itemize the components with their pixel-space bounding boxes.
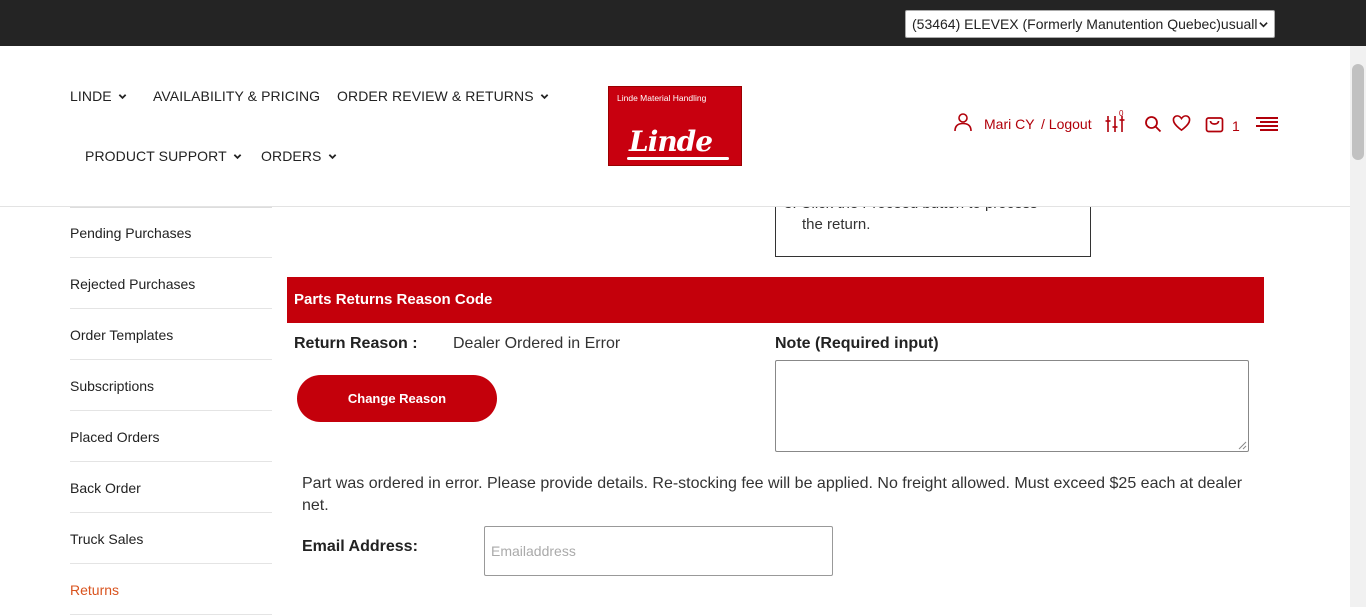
sidebar-item-order-templates[interactable]: Order Templates	[70, 309, 272, 360]
account-select[interactable]: (53464) ELEVEX (Formerly Manutention Que…	[905, 10, 1275, 38]
sidebar-item-label: Back Order	[70, 480, 141, 496]
scrollbar-thumb[interactable]	[1352, 64, 1364, 160]
note-label: Note (Required input)	[775, 335, 939, 352]
chevron-down-icon	[328, 153, 336, 159]
sidebar-item-label: Rejected Purchases	[70, 276, 196, 292]
nav-orders[interactable]: ORDERS	[261, 148, 337, 164]
linde-logo[interactable]: Linde Material Handling Linde	[608, 86, 742, 166]
nav-label: ORDER REVIEW & RETURNS	[337, 88, 534, 104]
sidebar-item-label: Pending Purchases	[70, 225, 192, 241]
sidebar-item-truck-sales[interactable]: Truck Sales	[70, 513, 272, 564]
sidebar-item-subscriptions[interactable]: Subscriptions	[70, 360, 272, 411]
account-select-value: (53464) ELEVEX (Formerly Manutention Que…	[912, 16, 1258, 32]
logo-tagline: Linde Material Handling	[617, 93, 707, 103]
nav-label: LINDE	[70, 88, 112, 104]
sidebar-item-placed-orders[interactable]: Placed Orders	[70, 411, 272, 462]
menu-icon[interactable]	[1256, 116, 1278, 132]
logo-wordmark: Linde	[629, 125, 713, 158]
sidebar-item-returns[interactable]: Returns	[70, 564, 272, 615]
resize-grip-icon[interactable]	[1238, 441, 1247, 450]
sidebar-item-label: Order Templates	[70, 327, 174, 343]
nav-product-support[interactable]: PRODUCT SUPPORT	[85, 148, 242, 164]
nav-order-review-returns[interactable]: ORDER REVIEW & RETURNS	[337, 88, 549, 104]
user-icon[interactable]	[953, 112, 973, 132]
sidebar-item-back-order[interactable]: Back Order	[70, 462, 272, 513]
sidebar-item-label: Placed Orders	[70, 429, 160, 445]
cart-icon[interactable]	[1205, 114, 1224, 133]
cart-count: 1	[1232, 118, 1240, 134]
instruction-line: the return.	[802, 216, 871, 233]
compare-count: 0	[1119, 109, 1124, 118]
email-input[interactable]	[484, 526, 833, 576]
chevron-down-icon	[1259, 22, 1268, 28]
top-bar: (53464) ELEVEX (Formerly Manutention Que…	[0, 0, 1366, 46]
sidebar-item-label: Truck Sales	[70, 531, 144, 547]
chevron-down-icon	[118, 93, 127, 99]
heart-icon[interactable]	[1172, 114, 1191, 132]
sidebar-item-label: Returns	[70, 582, 120, 598]
section-title: Parts Returns Reason Code	[294, 291, 493, 308]
change-reason-button[interactable]: Change Reason	[297, 375, 497, 422]
return-reason-label: Return Reason :	[294, 335, 418, 352]
logo-swoosh	[627, 157, 729, 160]
site-header: LINDE AVAILABILITY & PRICING ORDER REVIE…	[0, 46, 1350, 207]
chevron-down-icon	[233, 153, 242, 159]
note-textarea[interactable]	[775, 360, 1249, 452]
sidebar-item-label: Subscriptions	[70, 378, 155, 394]
email-label: Email Address:	[302, 538, 418, 555]
nav-linde[interactable]: LINDE	[70, 88, 127, 104]
logout-link[interactable]: / Logout	[1041, 116, 1092, 132]
chevron-down-icon	[540, 93, 548, 99]
nav-label: PRODUCT SUPPORT	[85, 148, 227, 164]
reason-description: Part was ordered in error. Please provid…	[302, 475, 1243, 514]
section-title-bar: Parts Returns Reason Code	[287, 277, 1264, 323]
nav-label: ORDERS	[261, 148, 322, 164]
return-reason-value: Dealer Ordered in Error	[453, 335, 621, 352]
user-name-link[interactable]: Mari CY	[984, 116, 1035, 132]
nav-label: AVAILABILITY & PRICING	[153, 88, 321, 104]
sidebar-item-pending-purchases[interactable]: Pending Purchases	[70, 207, 272, 258]
nav-availability-pricing[interactable]: AVAILABILITY & PRICING	[153, 88, 320, 104]
sidebar-item-rejected-purchases[interactable]: Rejected Purchases	[70, 258, 272, 309]
search-icon[interactable]	[1144, 115, 1162, 133]
